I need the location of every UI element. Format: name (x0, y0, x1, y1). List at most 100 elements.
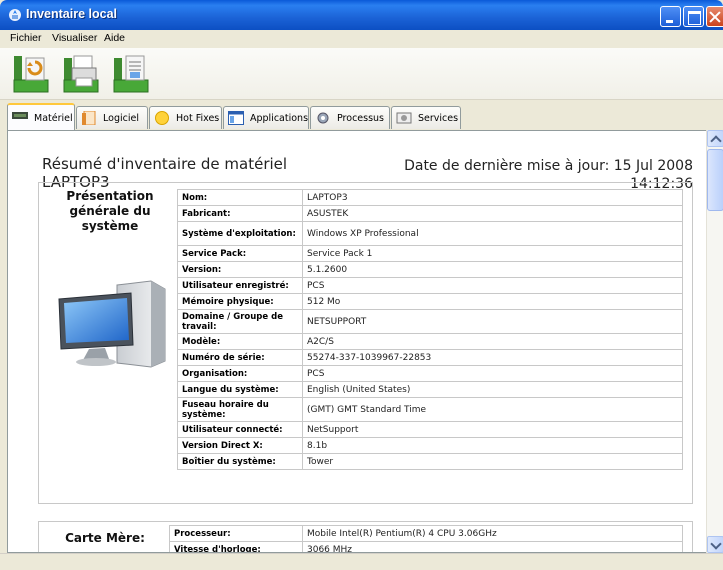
table-row: Organisation: PCS (177, 365, 683, 382)
section-label: Carte Mère: (65, 531, 145, 545)
table-row: Boîtier du système: Tower (177, 453, 683, 470)
table-row: Utilisateur connecté: NetSupport (177, 421, 683, 438)
field-label: Nom: (177, 189, 303, 206)
software-icon (82, 111, 96, 125)
field-label: Boîtier du système: (177, 453, 303, 470)
report-panel[interactable]: Résumé d'inventaire de matériel LAPTOP3 … (7, 130, 723, 553)
field-value: Service Pack 1 (302, 245, 683, 262)
table-row: Domaine / Groupe de travail: NETSUPPORT (177, 309, 683, 334)
field-label: Utilisateur connecté: (177, 421, 303, 438)
field-value: Mobile Intel(R) Pentium(R) 4 CPU 3.06GHz (302, 525, 683, 542)
print-icon[interactable] (112, 52, 150, 94)
title-bar[interactable]: Inventaire local (0, 0, 723, 30)
app-icon (9, 9, 21, 21)
window-title: Inventaire local (26, 7, 118, 21)
field-label: Service Pack: (177, 245, 303, 262)
report-title-text: Résumé d'inventaire de matériel (42, 155, 288, 173)
table-row: Service Pack: Service Pack 1 (177, 245, 683, 262)
field-value: PCS (302, 277, 683, 294)
hardware-icon (12, 112, 28, 119)
field-value: A2C/S (302, 333, 683, 350)
applications-icon (228, 111, 244, 125)
field-label: Mémoire physique: (177, 293, 303, 310)
field-value: 3066 MHz (302, 541, 683, 552)
field-value: LAPTOP3 (302, 189, 683, 206)
table-row: Utilisateur enregistré: PCS (177, 277, 683, 294)
field-label: Version Direct X: (177, 437, 303, 454)
field-value: NetSupport (302, 421, 683, 438)
tab-label: Applications (250, 113, 309, 124)
table-row: Processeur: Mobile Intel(R) Pentium(R) 4 … (169, 525, 683, 542)
toolbar (0, 48, 723, 100)
tab-label: Processus (337, 113, 385, 124)
tab-applications[interactable]: Applications (223, 106, 309, 129)
tab-label: Logiciel (103, 113, 139, 124)
scroll-down-button[interactable] (707, 536, 723, 553)
field-label: Organisation: (177, 365, 303, 382)
field-value: NETSUPPORT (302, 309, 683, 334)
field-value: 5.1.2600 (302, 261, 683, 278)
field-label: Version: (177, 261, 303, 278)
close-button[interactable] (706, 6, 723, 27)
table-row: Mémoire physique: 512 Mo (177, 293, 683, 310)
tab-processus[interactable]: Processus (310, 106, 390, 129)
menu-visualiser[interactable]: Visualiser (52, 32, 97, 44)
print-preview-icon[interactable] (62, 52, 100, 94)
section-label: Présentation générale du système (66, 189, 154, 233)
field-label: Processeur: (169, 525, 303, 542)
field-label: Langue du système: (177, 381, 303, 398)
field-value: ASUSTEK (302, 205, 683, 222)
maximize-button[interactable] (683, 6, 704, 27)
field-label: Numéro de série: (177, 349, 303, 366)
field-value: 55274-337-1039967-22853 (302, 349, 683, 366)
date-text: Date de dernière mise à jour: 15 Jul 200… (404, 158, 693, 174)
table-row: Version Direct X: 8.1b (177, 437, 683, 454)
field-value: 512 Mo (302, 293, 683, 310)
vertical-scrollbar[interactable] (706, 130, 723, 553)
tab-label: Hot Fixes (176, 113, 220, 124)
table-row: Modèle: A2C/S (177, 333, 683, 350)
tab-hot-fixes[interactable]: Hot Fixes (149, 106, 222, 129)
table-row: Vitesse d'horloge: 3066 MHz (169, 541, 683, 552)
field-value: Tower (302, 453, 683, 470)
table-row: Langue du système: English (United States… (177, 381, 683, 398)
field-label: Utilisateur enregistré: (177, 277, 303, 294)
computer-icon (58, 280, 166, 368)
hotfix-icon (155, 111, 169, 125)
status-bar (0, 553, 723, 570)
tab-bar: Matériel Logiciel Hot Fixes Applications… (0, 100, 723, 130)
tab-label: Matériel (34, 113, 73, 124)
field-label: Vitesse d'horloge: (169, 541, 303, 552)
scroll-thumb[interactable] (707, 149, 723, 211)
motherboard-section: Carte Mère: Processeur: Mobile Intel(R) P… (38, 521, 693, 552)
menu-aide[interactable]: Aide (104, 32, 125, 44)
field-value: (GMT) GMT Standard Time (302, 397, 683, 422)
table-row: Fuseau horaire du système: (GMT) GMT Stan… (177, 397, 683, 422)
field-label: Domaine / Groupe de travail: (177, 309, 303, 334)
field-label: Modèle: (177, 333, 303, 350)
services-icon (396, 112, 412, 124)
table-row: Fabricant: ASUSTEK (177, 205, 683, 222)
processes-icon (317, 112, 329, 124)
motherboard-info-table: Processeur: Mobile Intel(R) Pentium(R) 4 … (169, 525, 683, 552)
tab-label: Services (418, 113, 459, 124)
menu-bar: Fichier Visualiser Aide (0, 30, 723, 48)
refresh-inventory-icon[interactable] (12, 52, 50, 94)
system-overview-section: Présentation générale du système Nom: LAP… (38, 182, 693, 504)
tab-logiciel[interactable]: Logiciel (76, 106, 148, 129)
field-label: Fabricant: (177, 205, 303, 222)
field-label: Fuseau horaire du système: (177, 397, 303, 422)
table-row: Système d'exploitation: Windows XP Profes… (177, 221, 683, 246)
tab-materiel[interactable]: Matériel (7, 103, 75, 130)
scroll-up-button[interactable] (707, 130, 723, 147)
minimize-button[interactable] (660, 6, 681, 27)
field-label: Système d'exploitation: (177, 221, 303, 246)
menu-fichier[interactable]: Fichier (10, 32, 42, 44)
table-row: Numéro de série: 55274-337-1039967-22853 (177, 349, 683, 366)
field-value: English (United States) (302, 381, 683, 398)
field-value: PCS (302, 365, 683, 382)
tab-services[interactable]: Services (391, 106, 461, 129)
table-row: Nom: LAPTOP3 (177, 189, 683, 206)
field-value: 8.1b (302, 437, 683, 454)
field-value: Windows XP Professional (302, 221, 683, 246)
